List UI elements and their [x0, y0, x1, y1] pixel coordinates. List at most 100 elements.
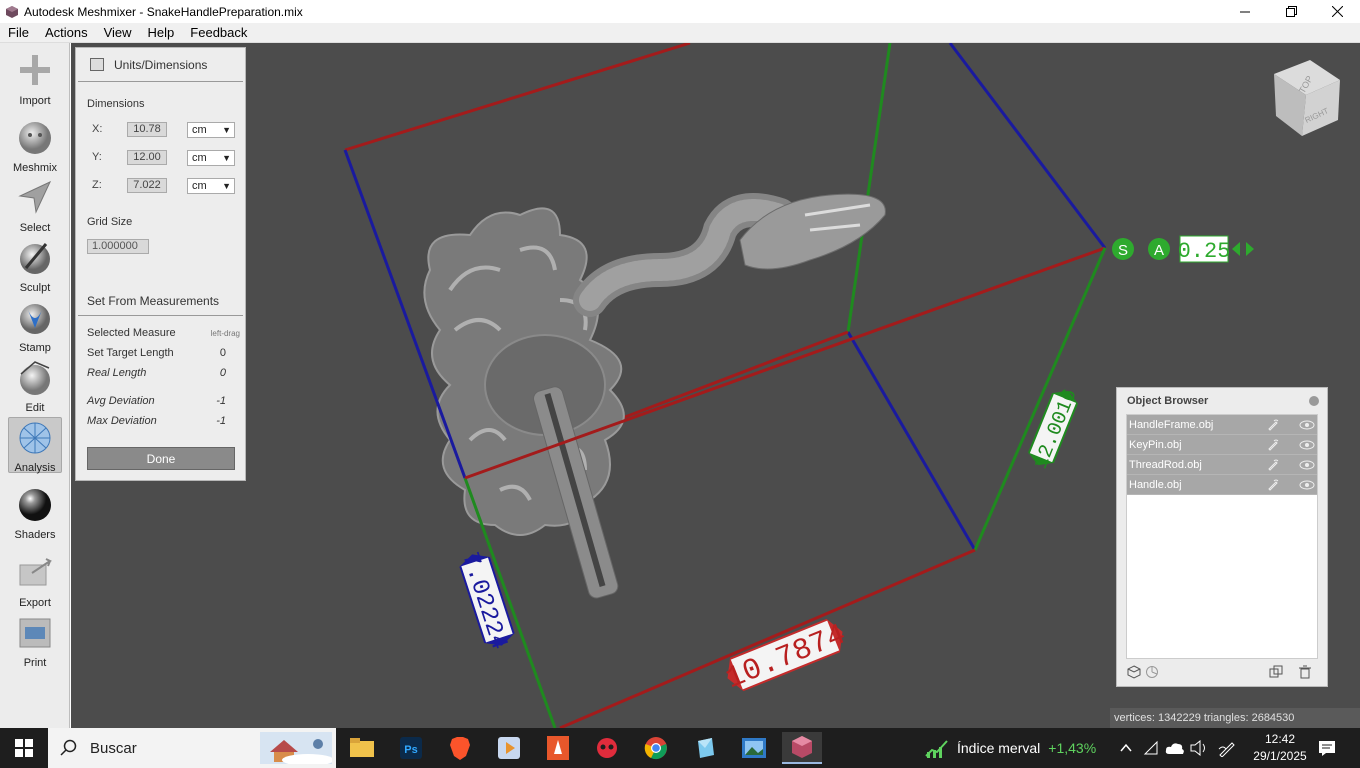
panel-title: Units/Dimensions — [114, 57, 208, 72]
taskbar-brave[interactable] — [440, 732, 480, 764]
unit-x-select[interactable]: cm ▼ — [187, 122, 235, 138]
menu-view[interactable]: View — [96, 23, 140, 43]
avg-deviation-row: Avg Deviation -1 — [87, 395, 242, 411]
dropdown-arrow-icon: ▼ — [222, 125, 231, 135]
menu-file[interactable]: File — [0, 23, 37, 43]
tool-select[interactable]: Select — [8, 178, 62, 234]
tool-label: Stamp — [19, 342, 51, 354]
snap-decrease-icon[interactable] — [1232, 242, 1240, 256]
stock-change: +1,43% — [1048, 740, 1097, 756]
photos-app-icon — [742, 738, 766, 758]
eye-icon[interactable] — [1299, 419, 1315, 431]
object-name: Handle.obj — [1129, 479, 1182, 491]
dimension-y-input[interactable]: 12.00 — [127, 150, 167, 165]
search-placeholder: Buscar — [90, 739, 137, 757]
pie-icon[interactable] — [1145, 665, 1159, 679]
speaker-icon[interactable] — [1190, 740, 1208, 756]
unit-y-select[interactable]: cm ▼ — [187, 150, 235, 166]
tool-stamp[interactable]: Stamp — [8, 298, 62, 354]
close-button[interactable] — [1314, 0, 1360, 23]
grid-size-label: Grid Size — [87, 216, 133, 228]
tool-sculpt[interactable]: Sculpt — [8, 238, 62, 294]
eye-icon[interactable] — [1299, 459, 1315, 471]
snap-increase-icon[interactable] — [1246, 242, 1254, 256]
tool-label: Select — [19, 222, 51, 234]
notification-icon[interactable] — [1318, 740, 1336, 756]
lock-edit-icon[interactable] — [1267, 459, 1279, 471]
object-item-handleframe[interactable]: HandleFrame.obj — [1127, 415, 1317, 435]
lock-edit-icon[interactable] — [1267, 479, 1279, 491]
stock-widget[interactable]: Índice merval +1,43% — [925, 728, 1096, 768]
bbox-edge — [948, 43, 1107, 249]
dimension-x-input[interactable]: 10.78 — [127, 122, 167, 137]
maximize-button[interactable] — [1268, 0, 1314, 23]
menu-help[interactable]: Help — [140, 23, 183, 43]
minimize-icon — [1240, 11, 1250, 12]
taskbar-paint-app[interactable] — [538, 732, 578, 764]
view-cube[interactable]: TOP RIGHT — [1274, 60, 1340, 136]
dimension-z-input[interactable]: 7.022 — [127, 178, 167, 193]
menu-actions[interactable]: Actions — [37, 23, 96, 43]
tool-import[interactable]: Import — [8, 51, 62, 107]
object-item-handle[interactable]: Handle.obj — [1127, 475, 1317, 495]
dimension-y-row: Y: 12.00 cm ▼ — [87, 150, 237, 166]
tool-print[interactable]: Print — [8, 613, 62, 669]
tool-shaders[interactable]: Shaders — [8, 485, 62, 541]
taskbar-photoshop[interactable]: Ps — [391, 732, 431, 764]
arrow-cursor-icon — [18, 180, 52, 214]
cloud-icon[interactable] — [1165, 741, 1185, 755]
lock-edit-icon[interactable] — [1267, 439, 1279, 451]
lock-edit-icon[interactable] — [1267, 419, 1279, 431]
crystal-app-icon — [698, 738, 714, 758]
taskbar-media-player[interactable] — [489, 732, 529, 764]
left-toolbar: Import Meshmix Select Sculpt Stamp Edit … — [0, 43, 70, 728]
taskbar-photos-app[interactable] — [734, 732, 774, 764]
taskbar-file-explorer[interactable] — [342, 732, 382, 764]
taskbar-search[interactable]: Buscar — [48, 728, 336, 768]
grid-size-input[interactable]: 1.000000 — [87, 239, 149, 254]
target-length-value[interactable]: 0 — [220, 347, 226, 359]
close-icon[interactable] — [1309, 396, 1319, 406]
start-button[interactable] — [0, 728, 48, 768]
svg-text:Ps: Ps — [404, 744, 417, 756]
taskbar-chrome[interactable] — [636, 732, 676, 764]
cube-icon[interactable] — [1127, 665, 1141, 679]
tool-meshmix[interactable]: Meshmix — [8, 118, 62, 174]
tool-export[interactable]: Export — [8, 553, 62, 609]
eye-icon[interactable] — [1299, 479, 1315, 491]
duplicate-icon[interactable] — [1269, 665, 1283, 679]
panel-collapse-icon[interactable] — [90, 58, 104, 71]
plus-icon — [20, 55, 50, 85]
tool-edit[interactable]: Edit — [8, 358, 62, 414]
tool-label: Meshmix — [12, 162, 57, 174]
clock-date: 29/1/2025 — [1253, 749, 1307, 763]
trash-icon[interactable] — [1298, 665, 1312, 679]
status-bar: vertices: 1342229 triangles: 2684530 — [1110, 708, 1360, 728]
snap-value: 0.25 — [1178, 239, 1231, 264]
done-button[interactable]: Done — [87, 447, 235, 470]
pen-icon[interactable] — [1218, 739, 1236, 757]
bbox-edge — [846, 331, 977, 551]
object-item-threadrod[interactable]: ThreadRod.obj — [1127, 455, 1317, 475]
eye-icon[interactable] — [1299, 439, 1315, 451]
selected-measure-label: Selected Measure — [87, 327, 176, 339]
tool-analysis[interactable]: Analysis — [8, 417, 62, 474]
taskbar-crystal-app[interactable] — [685, 732, 725, 764]
mesh-model[interactable] — [423, 193, 886, 600]
taskbar-meshmixer[interactable] — [782, 732, 822, 764]
network-icon[interactable] — [1143, 740, 1159, 756]
avg-deviation-label: Avg Deviation — [87, 395, 155, 407]
object-item-keypin[interactable]: KeyPin.obj — [1127, 435, 1317, 455]
chrome-icon — [644, 737, 667, 760]
taskbar-clock[interactable]: 12:42 29/1/2025 — [1252, 731, 1308, 765]
menu-feedback[interactable]: Feedback — [182, 23, 255, 43]
set-from-measurements-label: Set From Measurements — [87, 294, 220, 308]
window-title: Autodesk Meshmixer - SnakeHandlePreparat… — [24, 4, 303, 19]
unit-z-select[interactable]: cm ▼ — [187, 178, 235, 194]
minimize-button[interactable] — [1222, 0, 1268, 23]
snap-widget[interactable]: S A 0.25 — [1112, 235, 1254, 264]
taskbar-red-app[interactable] — [587, 732, 627, 764]
tool-label: Print — [23, 657, 47, 669]
snap-a-label: A — [1154, 242, 1164, 259]
chevron-up-icon[interactable] — [1120, 742, 1132, 754]
